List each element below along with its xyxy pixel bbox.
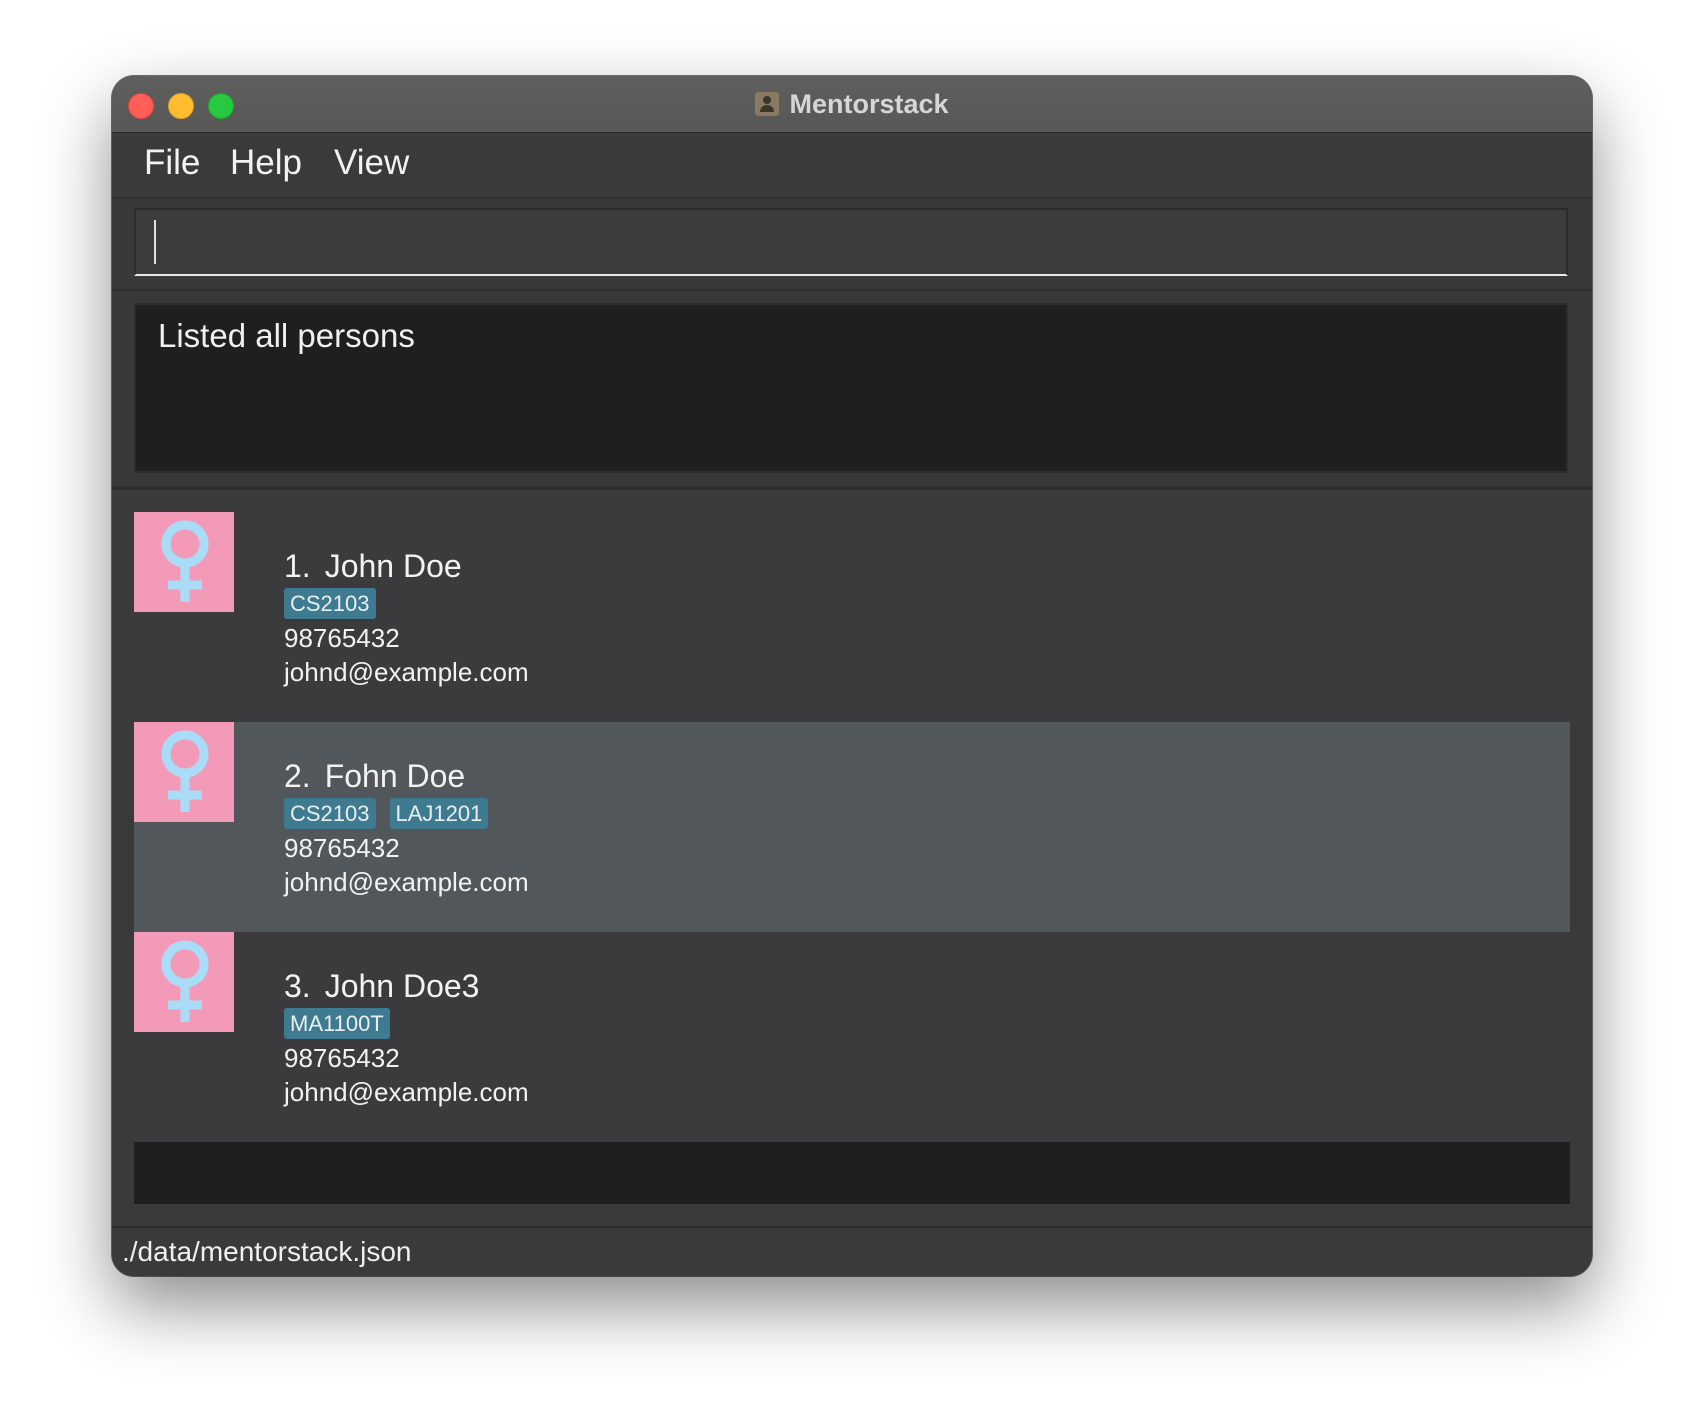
female-symbol-icon xyxy=(134,722,234,822)
person-card[interactable]: 3. John Doe3 MA1100T 98765432 johnd@examp… xyxy=(134,932,1570,1142)
data-file-path: ./data/mentorstack.json xyxy=(122,1236,412,1267)
menu-bar: File Help View xyxy=(112,133,1592,199)
app-window: Mentorstack File Help View Listed all pe… xyxy=(112,76,1592,1276)
module-tag: CS2103 xyxy=(284,798,376,829)
person-card-selected[interactable]: 2. Fohn Doe CS2103 LAJ1201 98765432 johnd… xyxy=(134,722,1570,932)
person-name-line: 2. Fohn Doe xyxy=(284,758,465,795)
person-tags: CS2103 LAJ1201 xyxy=(284,798,489,829)
module-tag: CS2103 xyxy=(284,588,376,619)
command-input[interactable] xyxy=(134,208,1568,276)
person-name-line: 1. John Doe xyxy=(284,548,462,585)
person-phone: 98765432 xyxy=(284,623,400,653)
person-index: 1. xyxy=(284,548,311,584)
person-list[interactable]: 1. John Doe CS2103 98765432 johnd@example… xyxy=(134,512,1570,1204)
menu-file[interactable]: File xyxy=(144,143,200,183)
module-tag: MA1100T xyxy=(284,1008,390,1039)
person-tags: CS2103 xyxy=(284,588,376,619)
person-index: 2. xyxy=(284,758,311,794)
command-section xyxy=(112,199,1592,289)
text-caret xyxy=(154,220,156,264)
person-tags: MA1100T xyxy=(284,1008,390,1039)
person-name: Fohn Doe xyxy=(324,758,466,794)
female-symbol-icon xyxy=(134,512,234,612)
person-name: John Doe3 xyxy=(324,968,480,1004)
contacts-app-icon xyxy=(755,92,780,116)
person-name: John Doe xyxy=(324,548,462,584)
person-card[interactable]: 1. John Doe CS2103 98765432 johnd@example… xyxy=(134,512,1570,722)
person-phone: 98765432 xyxy=(284,833,400,863)
person-index: 3. xyxy=(284,968,311,1004)
window-title-group: Mentorstack xyxy=(112,76,1592,132)
person-email: johnd@example.com xyxy=(284,657,529,687)
person-email: johnd@example.com xyxy=(284,1077,529,1107)
window-title: Mentorstack xyxy=(789,88,949,119)
menu-view[interactable]: View xyxy=(334,143,409,183)
result-display: Listed all persons xyxy=(134,303,1568,473)
title-bar[interactable]: Mentorstack xyxy=(112,76,1592,133)
person-phone: 98765432 xyxy=(284,1043,400,1073)
female-symbol-icon xyxy=(134,932,234,1032)
result-message: Listed all persons xyxy=(158,317,415,354)
person-name-line: 3. John Doe3 xyxy=(284,968,479,1005)
person-email: johnd@example.com xyxy=(284,867,529,897)
status-bar: ./data/mentorstack.json xyxy=(112,1226,1592,1276)
menu-help[interactable]: Help xyxy=(230,143,302,183)
module-tag: LAJ1201 xyxy=(389,798,489,829)
result-section: Listed all persons xyxy=(112,289,1592,490)
